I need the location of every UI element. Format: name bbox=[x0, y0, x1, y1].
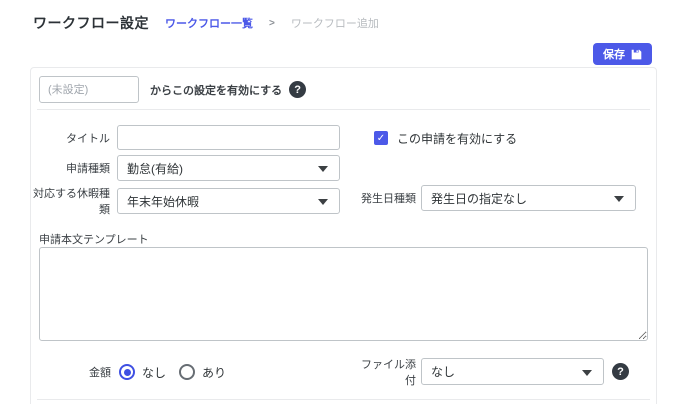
caret-down-icon bbox=[614, 196, 624, 202]
activation-suffix-label: からこの設定を有効にする bbox=[150, 84, 283, 97]
leave-type-select[interactable]: 年末年始休暇 bbox=[117, 188, 340, 214]
activation-help-icon[interactable]: ? bbox=[289, 81, 307, 98]
title-input[interactable] bbox=[117, 125, 340, 150]
breadcrumb: ワークフロー設定 ワークフロー一覧 > ワークフロー追加 bbox=[33, 13, 379, 33]
occurrence-date-type-row: 発生日種類 発生日の指定なし bbox=[353, 185, 636, 211]
application-type-row: 申請種類 勤怠(有給) bbox=[31, 155, 340, 181]
amount-radio-yes[interactable]: あり bbox=[179, 364, 226, 381]
save-button[interactable]: 保存 bbox=[593, 43, 652, 65]
checkbox-check-icon: ✓ bbox=[374, 131, 388, 145]
save-icon bbox=[631, 49, 642, 59]
amount-radio-none[interactable]: なし bbox=[119, 364, 166, 381]
leave-type-row: 対応する休暇種類 年末年始休暇 bbox=[31, 185, 340, 217]
workflow-settings-page: ワークフロー設定 ワークフロー一覧 > ワークフロー追加 保存 からこの設定を有… bbox=[0, 0, 688, 404]
file-attachment-value: なし bbox=[431, 365, 456, 379]
caret-down-icon bbox=[582, 369, 592, 376]
amount-label: 金額 bbox=[89, 367, 111, 379]
file-attachment-help-icon[interactable]: ? bbox=[612, 363, 629, 380]
caret-down-icon bbox=[318, 199, 328, 205]
page-title: ワークフロー設定 bbox=[33, 15, 149, 31]
save-button-label: 保存 bbox=[603, 49, 625, 61]
occurrence-date-type-label: 発生日種類 bbox=[361, 193, 416, 205]
amount-radio-none-label: なし bbox=[142, 365, 167, 380]
application-type-select[interactable]: 勤怠(有給) bbox=[117, 155, 340, 181]
leave-type-label: 対応する休暇種類 bbox=[33, 188, 110, 216]
radio-selected-icon bbox=[119, 364, 135, 380]
occurrence-date-type-select[interactable]: 発生日の指定なし bbox=[421, 185, 636, 211]
leave-type-value: 年末年始休暇 bbox=[127, 194, 200, 209]
enable-application-label: この申請を有効にする bbox=[397, 131, 518, 146]
title-field-row: タイトル bbox=[31, 125, 340, 150]
enable-application-checkbox[interactable]: ✓ この申請を有効にする bbox=[374, 129, 517, 147]
section-divider bbox=[37, 109, 650, 110]
amount-radio-yes-label: あり bbox=[202, 365, 227, 380]
activation-date-input[interactable] bbox=[39, 76, 139, 103]
breadcrumb-link-workflow-list[interactable]: ワークフロー一覧 bbox=[165, 15, 253, 31]
breadcrumb-separator-icon: > bbox=[269, 17, 275, 29]
file-attachment-label: ファイル添付 bbox=[361, 358, 416, 387]
file-attachment-select[interactable]: なし bbox=[421, 358, 604, 385]
breadcrumb-current-workflow-add: ワークフロー追加 bbox=[290, 18, 379, 30]
occurrence-date-type-value: 発生日の指定なし bbox=[431, 191, 528, 206]
radio-unselected-icon bbox=[179, 364, 196, 380]
body-template-textarea[interactable] bbox=[39, 247, 648, 341]
application-type-value: 勤怠(有給) bbox=[127, 161, 183, 176]
file-attachment-row: ファイル添付 なし ? bbox=[361, 358, 629, 387]
section-divider bbox=[37, 399, 650, 400]
amount-row: 金額 なし あり bbox=[31, 359, 226, 385]
activation-row: からこの設定を有効にする ? bbox=[39, 76, 307, 103]
workflow-settings-card: からこの設定を有効にする ? タイトル ✓ この申請を有効にする 申請種類 勤怠… bbox=[30, 67, 657, 404]
body-template-label: 申請本文テンプレート bbox=[39, 234, 149, 246]
caret-down-icon bbox=[318, 166, 328, 172]
title-label: タイトル bbox=[66, 132, 110, 145]
application-type-label: 申請種類 bbox=[66, 163, 110, 175]
